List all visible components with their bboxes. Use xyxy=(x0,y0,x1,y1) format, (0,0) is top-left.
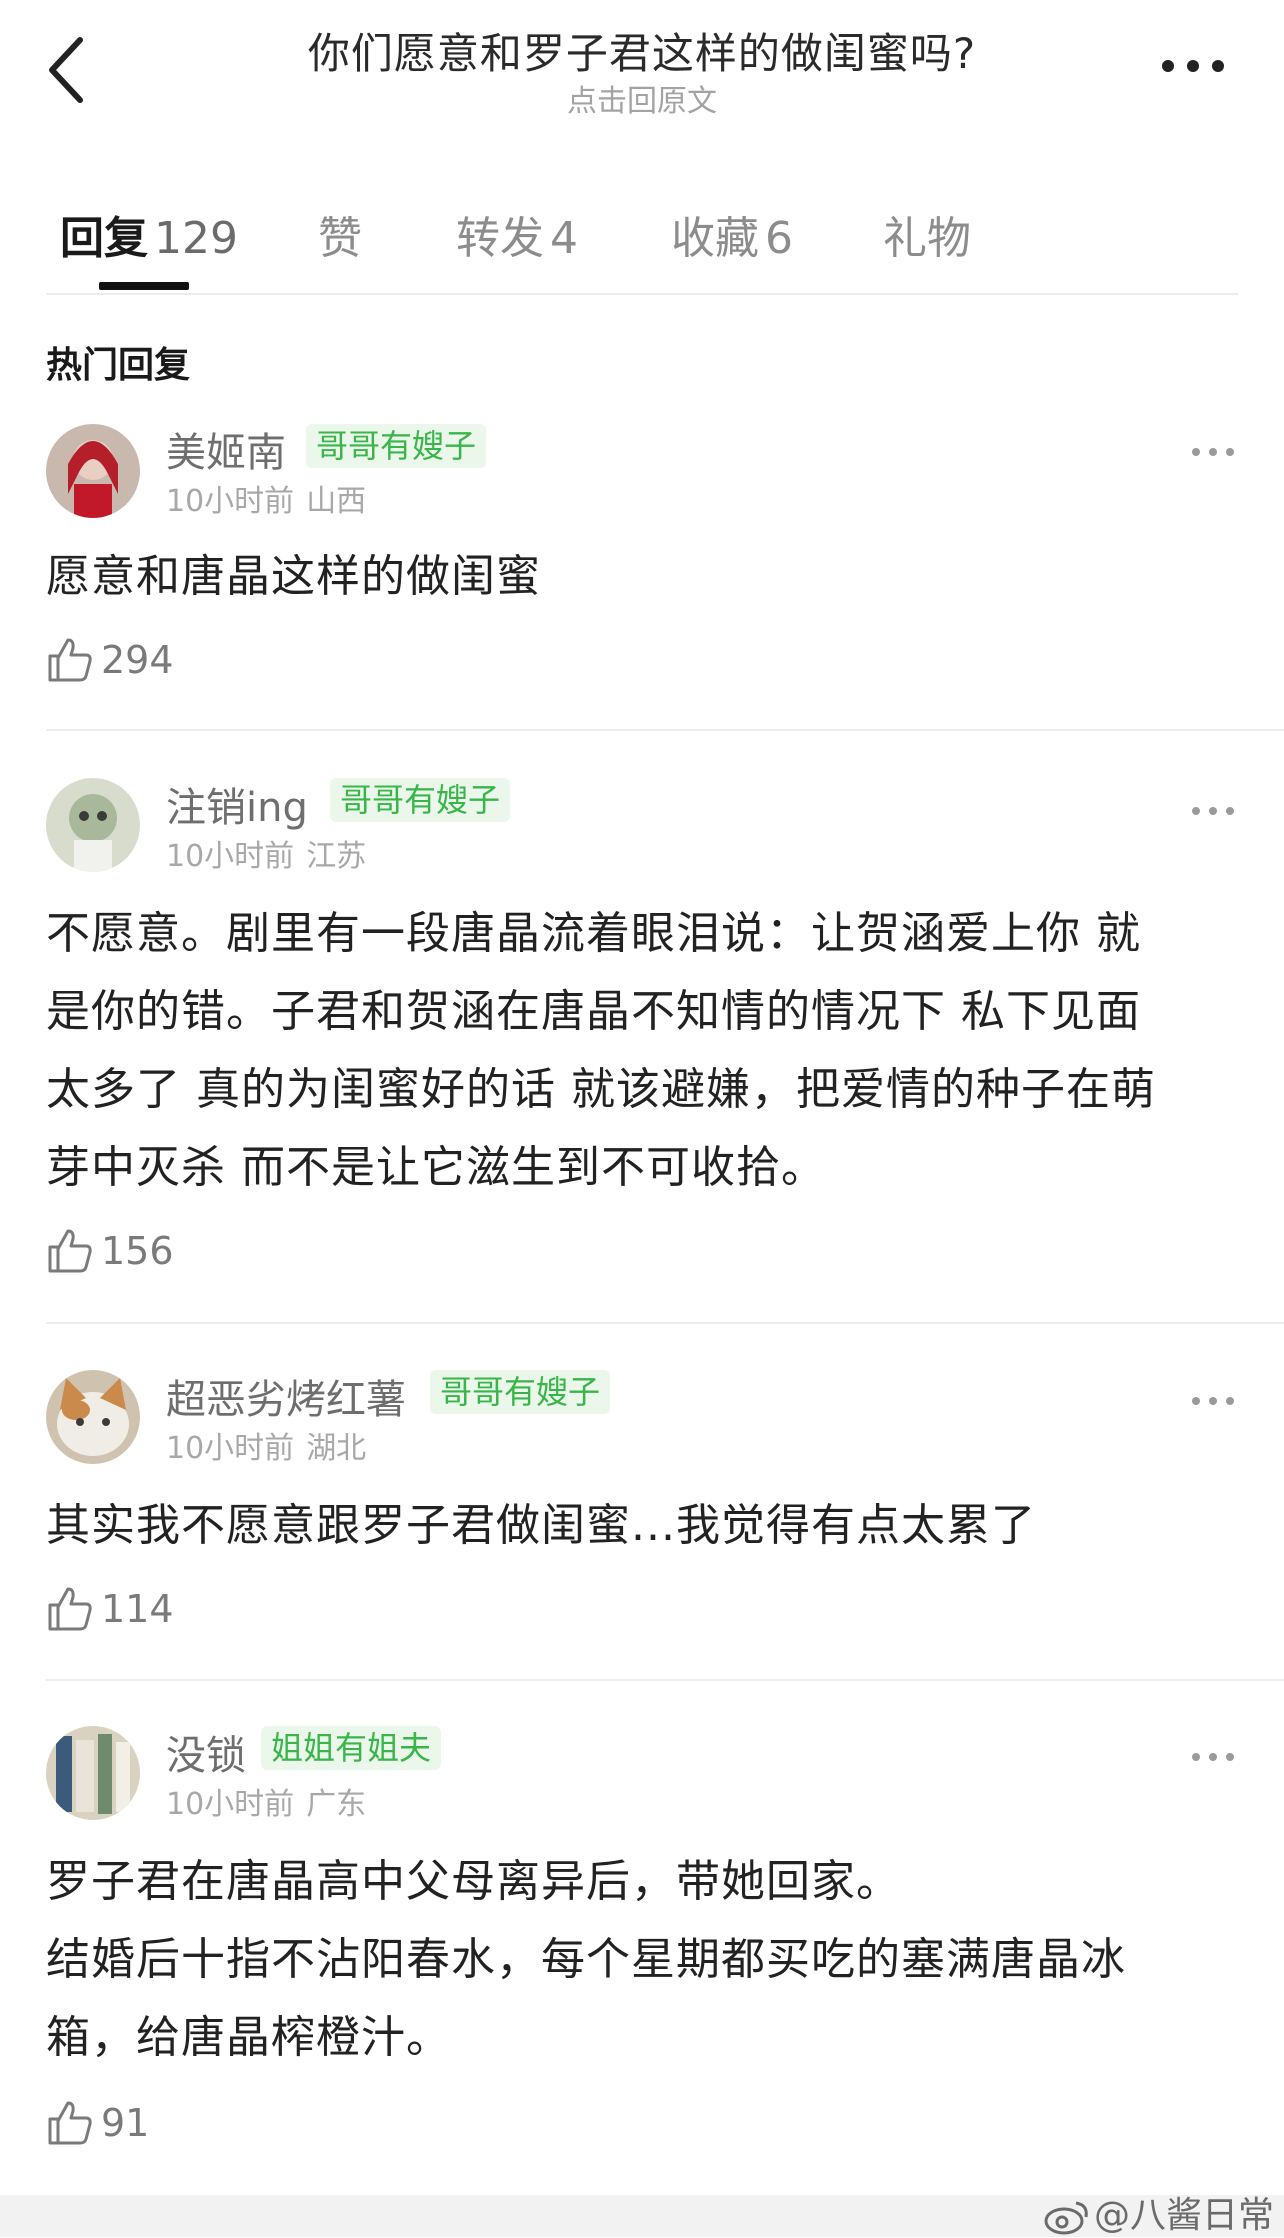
thumbs-up-icon xyxy=(48,1229,92,1273)
user-badge: 哥哥有嫂子 xyxy=(430,1370,611,1414)
comment-text: 其实我不愿意跟罗子君做闺蜜...我觉得有点太累了 xyxy=(46,1487,1246,1565)
comment-line: 太多了 真的为闺蜜好的话 就该避嫌，把爱情的种子在萌 xyxy=(46,1064,1156,1115)
comment-line: 结婚后十指不沾阳春水，每个星期都买吃的塞满唐晶冰 xyxy=(46,1934,1126,1985)
thumbs-up-icon xyxy=(48,1587,92,1631)
weibo-icon xyxy=(1044,2201,1088,2235)
tab-bar: 回复 129 赞 转发 4 收藏 6 礼物 xyxy=(0,190,1284,294)
comment-meta: 10小时前 湖北 xyxy=(166,1423,366,1467)
comment-text: 愿意和唐晶这样的做闺蜜 xyxy=(46,538,1246,616)
tab-reposts[interactable]: 转发 4 xyxy=(456,202,578,266)
like-count: 114 xyxy=(101,1587,174,1631)
tab-favorites[interactable]: 收藏 6 xyxy=(671,202,793,266)
comment-meta: 10小时前 江苏 xyxy=(166,831,366,875)
like-count: 91 xyxy=(101,2101,150,2145)
location: 江苏 xyxy=(306,839,367,874)
avatar[interactable] xyxy=(46,1726,140,1820)
tab-count: 4 xyxy=(550,213,578,264)
watermark-text: @八酱日常 xyxy=(1093,2195,1274,2236)
more-icon xyxy=(1162,60,1224,72)
comment-more-button[interactable] xyxy=(1190,1747,1236,1767)
username[interactable]: 没锁 xyxy=(166,1723,246,1781)
comment-line: 其实我不愿意跟罗子君做闺蜜...我觉得有点太累了 xyxy=(46,1500,1036,1551)
hot-replies-heading: 热门回复 xyxy=(46,345,191,386)
comment-line: 罗子君在唐晶高中父母离异后，带她回家。 xyxy=(46,1856,901,1907)
comment-more-button[interactable] xyxy=(1190,442,1236,462)
top-bar: 你们愿意和罗子君这样的做闺蜜吗? 点击回原文 xyxy=(0,0,1284,150)
comment-line: 芽中灭杀 而不是让它滋生到不可收拾。 xyxy=(46,1142,826,1193)
tab-count: 6 xyxy=(765,213,793,264)
avatar[interactable] xyxy=(46,424,140,518)
avatar[interactable] xyxy=(46,778,140,872)
tab-label: 收藏 xyxy=(671,213,759,264)
location: 湖北 xyxy=(306,1431,367,1466)
tab-replies[interactable]: 回复 129 xyxy=(60,202,238,266)
location: 山西 xyxy=(306,484,367,519)
location: 广东 xyxy=(306,1787,367,1822)
back-button[interactable] xyxy=(40,30,96,110)
tab-count: 129 xyxy=(154,213,238,264)
timestamp: 10小时前 xyxy=(166,1787,295,1822)
more-icon xyxy=(1192,807,1234,815)
username[interactable]: 超恶劣烤红薯 xyxy=(166,1367,406,1425)
tab-label: 回复 xyxy=(60,213,148,264)
thumbs-up-icon xyxy=(48,638,92,682)
tab-label: 赞 xyxy=(318,213,362,264)
comment-line: 不愿意。剧里有一段唐晶流着眼泪说：让贺涵爱上你 就 xyxy=(46,908,1141,959)
comment-meta: 10小时前 山西 xyxy=(166,476,366,520)
timestamp: 10小时前 xyxy=(166,484,295,519)
like-count: 156 xyxy=(101,1229,174,1273)
tab-label: 转发 xyxy=(456,213,544,264)
avatar[interactable] xyxy=(46,1370,140,1464)
tab-likes[interactable]: 赞 xyxy=(318,202,362,266)
tab-gifts[interactable]: 礼物 xyxy=(883,202,971,266)
comment-line: 箱，给唐晶榨橙汁。 xyxy=(46,2012,451,2063)
divider xyxy=(46,729,1284,731)
comment-meta: 10小时前 广东 xyxy=(166,1779,366,1823)
back-to-original-link[interactable]: 点击回原文 xyxy=(160,76,1124,120)
like-count: 294 xyxy=(101,638,174,682)
user-badge: 哥哥有嫂子 xyxy=(330,778,511,822)
divider xyxy=(46,1322,1284,1324)
username[interactable]: 美姬南 xyxy=(166,420,286,478)
tab-label: 礼物 xyxy=(883,213,971,264)
comment-line: 愿意和唐晶这样的做闺蜜 xyxy=(46,551,541,602)
thumbs-up-icon xyxy=(48,2101,92,2145)
user-badge: 哥哥有嫂子 xyxy=(306,424,487,468)
timestamp: 10小时前 xyxy=(166,1431,295,1466)
more-options-button[interactable] xyxy=(1158,48,1228,84)
watermark: @八酱日常 xyxy=(1044,2186,1274,2238)
comment-text: 罗子君在唐晶高中父母离异后，带她回家。 结婚后十指不沾阳春水，每个星期都买吃的塞… xyxy=(46,1843,1246,2077)
more-icon xyxy=(1192,1397,1234,1405)
more-icon xyxy=(1192,1753,1234,1761)
more-icon xyxy=(1192,448,1234,456)
divider xyxy=(46,293,1238,295)
comment-line: 是你的错。子君和贺涵在唐晶不知情的情况下 私下见面 xyxy=(46,986,1141,1037)
timestamp: 10小时前 xyxy=(166,839,295,874)
page-title: 你们愿意和罗子君这样的做闺蜜吗? xyxy=(307,29,977,78)
user-badge: 姐姐有姐夫 xyxy=(261,1726,442,1770)
comment-text: 不愿意。剧里有一段唐晶流着眼泪说：让贺涵爱上你 就 是你的错。子君和贺涵在唐晶不… xyxy=(46,895,1246,1207)
active-tab-indicator xyxy=(99,282,189,290)
back-arrow-icon xyxy=(49,37,83,103)
divider xyxy=(46,1679,1284,1681)
comment-more-button[interactable] xyxy=(1190,801,1236,821)
username[interactable]: 注销ing xyxy=(166,775,308,833)
comment-more-button[interactable] xyxy=(1190,1391,1236,1411)
